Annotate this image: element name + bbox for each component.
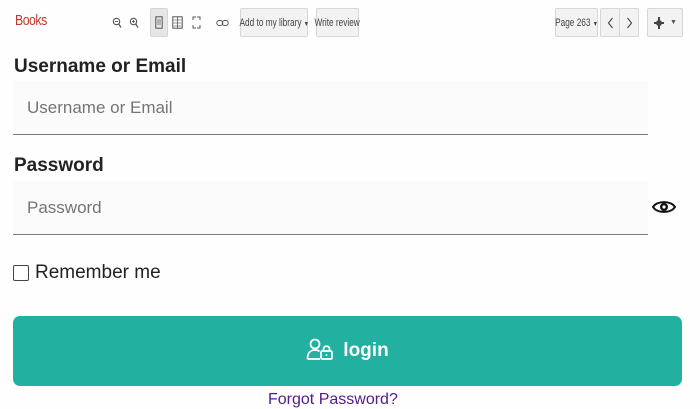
page-selector[interactable]: Page 263 ▼ <box>555 8 598 37</box>
zoom-in-icon <box>129 17 139 29</box>
two-page-icon <box>172 16 183 29</box>
write-review-label: Write review <box>314 16 361 29</box>
fullscreen-icon <box>192 16 201 29</box>
single-page-view-button[interactable] <box>150 8 168 37</box>
zoom-in-button[interactable] <box>125 8 142 37</box>
link-icon <box>215 19 229 27</box>
prev-page-button[interactable] <box>600 8 620 37</box>
settings-menu-button[interactable]: ▼ <box>647 8 683 37</box>
page-number-label: Page 263 <box>555 16 591 29</box>
password-field[interactable]: Password <box>13 181 648 235</box>
dropdown-caret-icon: ▼ <box>303 20 309 28</box>
two-page-view-button[interactable] <box>169 8 186 37</box>
link-button[interactable] <box>212 8 232 37</box>
remember-me-checkbox[interactable] <box>13 265 29 281</box>
next-page-icon <box>626 17 633 29</box>
username-label: Username or Email <box>14 56 187 77</box>
password-placeholder: Password <box>27 198 102 217</box>
user-lock-icon <box>306 338 334 365</box>
next-page-button[interactable] <box>619 8 639 37</box>
book-viewer-toolbar: Books Add to my library ▼ Write review P… <box>0 0 700 46</box>
fullscreen-button[interactable] <box>187 8 205 37</box>
dropdown-caret-icon: ▼ <box>592 20 598 28</box>
eye-icon <box>651 201 677 219</box>
toggle-password-visibility-button[interactable] <box>651 199 677 220</box>
username-field[interactable]: Username or Email <box>13 81 648 135</box>
remember-me-row[interactable]: Remember me <box>13 262 161 284</box>
books-brand-link[interactable]: Books <box>15 12 47 29</box>
add-to-library-label: Add to my library <box>239 16 302 29</box>
remember-me-label: Remember me <box>35 262 161 283</box>
prev-page-icon <box>607 17 614 29</box>
forgot-password-link[interactable]: Forgot Password? <box>268 391 398 409</box>
zoom-out-icon <box>112 17 122 29</box>
login-label: login <box>343 340 389 361</box>
settings-gear-icon <box>653 16 665 30</box>
single-page-icon <box>155 16 163 29</box>
write-review-button[interactable]: Write review <box>314 8 361 37</box>
login-button[interactable]: login <box>13 316 682 386</box>
username-placeholder: Username or Email <box>27 98 173 117</box>
add-to-library-button[interactable]: Add to my library ▼ <box>239 8 309 37</box>
dropdown-caret-icon: ▼ <box>670 19 677 26</box>
password-label: Password <box>14 155 104 176</box>
zoom-out-button[interactable] <box>108 8 125 37</box>
